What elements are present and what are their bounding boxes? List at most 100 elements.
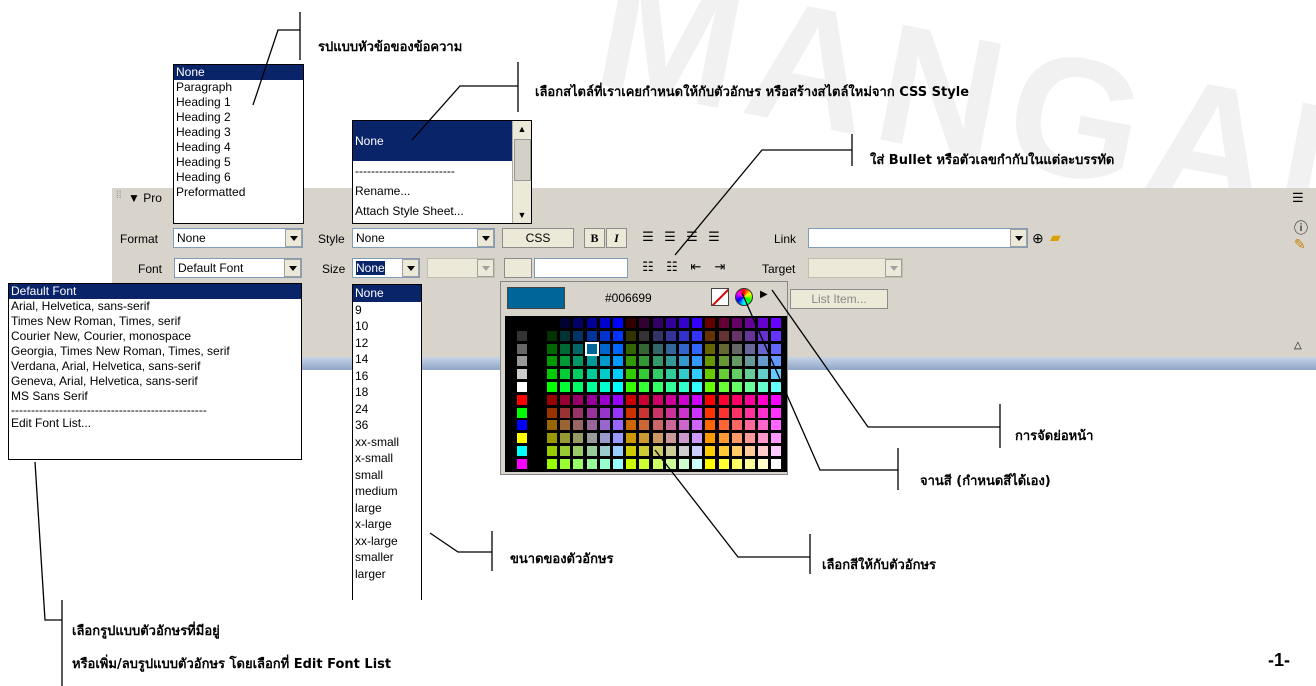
color-swatch[interactable] [573, 343, 584, 354]
color-swatch[interactable] [771, 433, 782, 444]
color-swatch[interactable] [586, 407, 597, 418]
color-swatch[interactable] [547, 394, 557, 405]
color-swatch[interactable] [626, 420, 637, 431]
color-swatch[interactable] [613, 433, 623, 444]
font-select[interactable]: Default Font [174, 258, 302, 278]
color-swatch[interactable] [613, 318, 623, 328]
link-input[interactable] [808, 228, 1028, 248]
font-option[interactable]: Default Font [9, 284, 301, 299]
color-swatch[interactable] [599, 369, 610, 380]
color-swatch[interactable] [758, 330, 769, 341]
scroll-down-icon[interactable]: ▼ [513, 207, 531, 223]
color-swatch[interactable] [517, 420, 527, 431]
color-swatch[interactable] [758, 369, 769, 380]
color-swatch[interactable] [731, 407, 742, 418]
color-swatch[interactable] [718, 369, 729, 380]
unordered-list-icon[interactable]: ☷ [638, 258, 658, 278]
color-swatch[interactable] [679, 446, 689, 456]
color-swatch[interactable] [639, 458, 650, 469]
align-right-icon[interactable]: ☰ [682, 228, 702, 248]
color-swatch[interactable] [745, 382, 755, 392]
size-option[interactable]: 14 [353, 351, 421, 368]
size-option[interactable]: None [353, 285, 421, 302]
size-dropdown-button[interactable] [402, 259, 419, 277]
color-swatch[interactable] [652, 407, 663, 418]
color-swatch[interactable] [692, 394, 703, 405]
color-swatch[interactable] [613, 382, 623, 392]
color-swatch[interactable] [758, 407, 769, 418]
color-swatch[interactable] [771, 382, 782, 392]
color-swatch[interactable] [586, 369, 597, 380]
color-swatch[interactable] [547, 356, 557, 367]
color-swatch[interactable] [705, 394, 716, 405]
color-swatch[interactable] [665, 407, 676, 418]
size-option[interactable]: x-small [353, 450, 421, 467]
format-dropdown-button[interactable] [285, 229, 302, 247]
color-swatch[interactable] [639, 343, 650, 354]
color-swatch[interactable] [679, 330, 689, 341]
color-swatch[interactable] [547, 330, 557, 341]
color-swatch[interactable] [692, 356, 703, 367]
color-swatch[interactable] [613, 420, 623, 431]
align-left-icon[interactable]: ☰ [638, 228, 658, 248]
color-swatch[interactable] [771, 318, 782, 328]
color-swatch[interactable] [639, 407, 650, 418]
bold-button[interactable]: B [584, 228, 605, 248]
color-swatch[interactable] [679, 420, 689, 431]
color-swatch[interactable] [652, 420, 663, 431]
size-option[interactable]: small [353, 467, 421, 484]
color-swatch[interactable] [626, 318, 637, 328]
color-swatch[interactable] [771, 458, 782, 469]
color-swatch[interactable] [626, 446, 637, 456]
font-option[interactable]: Arial, Helvetica, sans-serif [9, 299, 301, 314]
color-swatch[interactable] [573, 433, 584, 444]
color-swatch[interactable] [517, 356, 527, 367]
color-swatch[interactable] [745, 356, 755, 367]
style-list-scrollbar[interactable]: ▲ ▼ [512, 121, 531, 223]
color-swatch[interactable] [586, 356, 597, 367]
size-option[interactable]: xx-large [353, 533, 421, 550]
color-swatch[interactable] [573, 369, 584, 380]
size-option[interactable]: xx-small [353, 434, 421, 451]
color-swatch[interactable] [639, 433, 650, 444]
color-swatch[interactable] [652, 318, 663, 328]
color-swatch[interactable] [639, 382, 650, 392]
color-swatch[interactable] [626, 356, 637, 367]
color-swatch[interactable] [613, 394, 623, 405]
color-swatch[interactable] [586, 394, 597, 405]
color-swatch[interactable] [626, 458, 637, 469]
color-swatch[interactable] [573, 394, 584, 405]
style-option-rename[interactable]: Rename... [353, 181, 531, 201]
color-swatch[interactable] [517, 394, 527, 405]
color-swatch[interactable] [758, 458, 769, 469]
color-swatch[interactable] [718, 382, 729, 392]
color-swatch[interactable] [745, 407, 755, 418]
color-swatch[interactable] [573, 420, 584, 431]
color-swatch[interactable] [718, 343, 729, 354]
color-swatch[interactable] [705, 318, 716, 328]
point-to-file-icon[interactable]: ⊕ [1032, 230, 1044, 247]
color-swatch[interactable] [679, 407, 689, 418]
color-swatch[interactable] [613, 369, 623, 380]
color-swatch[interactable] [665, 433, 676, 444]
color-swatch[interactable] [758, 318, 769, 328]
color-swatch[interactable] [586, 420, 597, 431]
color-swatch[interactable] [745, 318, 755, 328]
format-option[interactable]: Preformatted [174, 185, 303, 200]
color-swatch[interactable] [586, 330, 597, 341]
color-swatch[interactable] [745, 458, 755, 469]
color-swatch[interactable] [745, 433, 755, 444]
color-swatch[interactable] [560, 382, 571, 392]
color-swatch[interactable] [613, 458, 623, 469]
font-option[interactable]: Times New Roman, Times, serif [9, 314, 301, 329]
color-swatch[interactable] [599, 382, 610, 392]
color-swatch[interactable] [547, 458, 557, 469]
color-swatch[interactable] [599, 458, 610, 469]
color-swatch[interactable] [547, 343, 557, 354]
color-swatch[interactable] [626, 433, 637, 444]
style-option-none[interactable]: None [353, 121, 512, 161]
color-swatch[interactable] [705, 420, 716, 431]
color-swatch[interactable] [692, 369, 703, 380]
color-swatch[interactable] [771, 369, 782, 380]
color-swatch[interactable] [692, 382, 703, 392]
